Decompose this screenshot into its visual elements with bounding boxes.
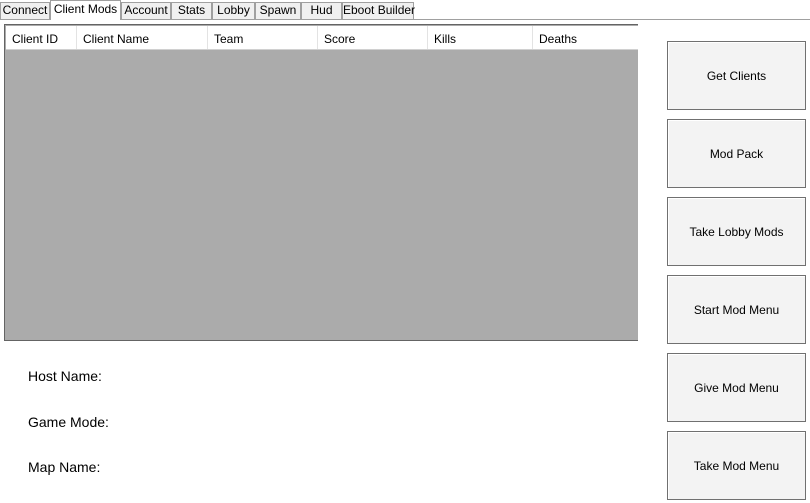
- column-header-deaths[interactable]: Deaths: [533, 26, 638, 49]
- get-clients-button[interactable]: Get Clients: [667, 41, 806, 110]
- tab-lobby[interactable]: Lobby: [212, 2, 255, 19]
- tab-eboot-builder[interactable]: Eboot Builder: [342, 2, 415, 19]
- game-mode-label: Game Mode:: [28, 414, 109, 430]
- column-header-kills[interactable]: Kills: [428, 26, 533, 49]
- tab-stats[interactable]: Stats: [171, 2, 212, 19]
- host-name-label: Host Name:: [28, 368, 102, 384]
- tab-spawn[interactable]: Spawn: [255, 2, 301, 19]
- clients-grid[interactable]: Client ID Client Name Team Score Kills D…: [4, 24, 638, 341]
- tab-client-mods[interactable]: Client Mods: [50, 0, 121, 20]
- mod-pack-button[interactable]: Mod Pack: [667, 119, 806, 188]
- take-mod-menu-button[interactable]: Take Mod Menu: [667, 431, 806, 500]
- column-header-score[interactable]: Score: [318, 26, 428, 49]
- tab-connect[interactable]: Connect: [0, 2, 50, 19]
- take-lobby-mods-button[interactable]: Take Lobby Mods: [667, 197, 806, 266]
- start-mod-menu-button[interactable]: Start Mod Menu: [667, 275, 806, 344]
- column-header-client-name[interactable]: Client Name: [77, 26, 208, 49]
- main-window: Connect Client Mods Account Stats Lobby …: [0, 0, 810, 503]
- give-mod-menu-button[interactable]: Give Mod Menu: [667, 353, 806, 422]
- tab-hud[interactable]: Hud: [301, 2, 342, 19]
- column-header-team[interactable]: Team: [208, 26, 318, 49]
- tab-strip-baseline: [0, 19, 810, 20]
- column-header-client-id[interactable]: Client ID: [6, 26, 77, 49]
- tab-account[interactable]: Account: [121, 2, 171, 19]
- grid-header: Client ID Client Name Team Score Kills D…: [6, 26, 638, 50]
- map-name-label: Map Name:: [28, 459, 101, 475]
- tab-strip: Connect Client Mods Account Stats Lobby …: [0, 0, 810, 20]
